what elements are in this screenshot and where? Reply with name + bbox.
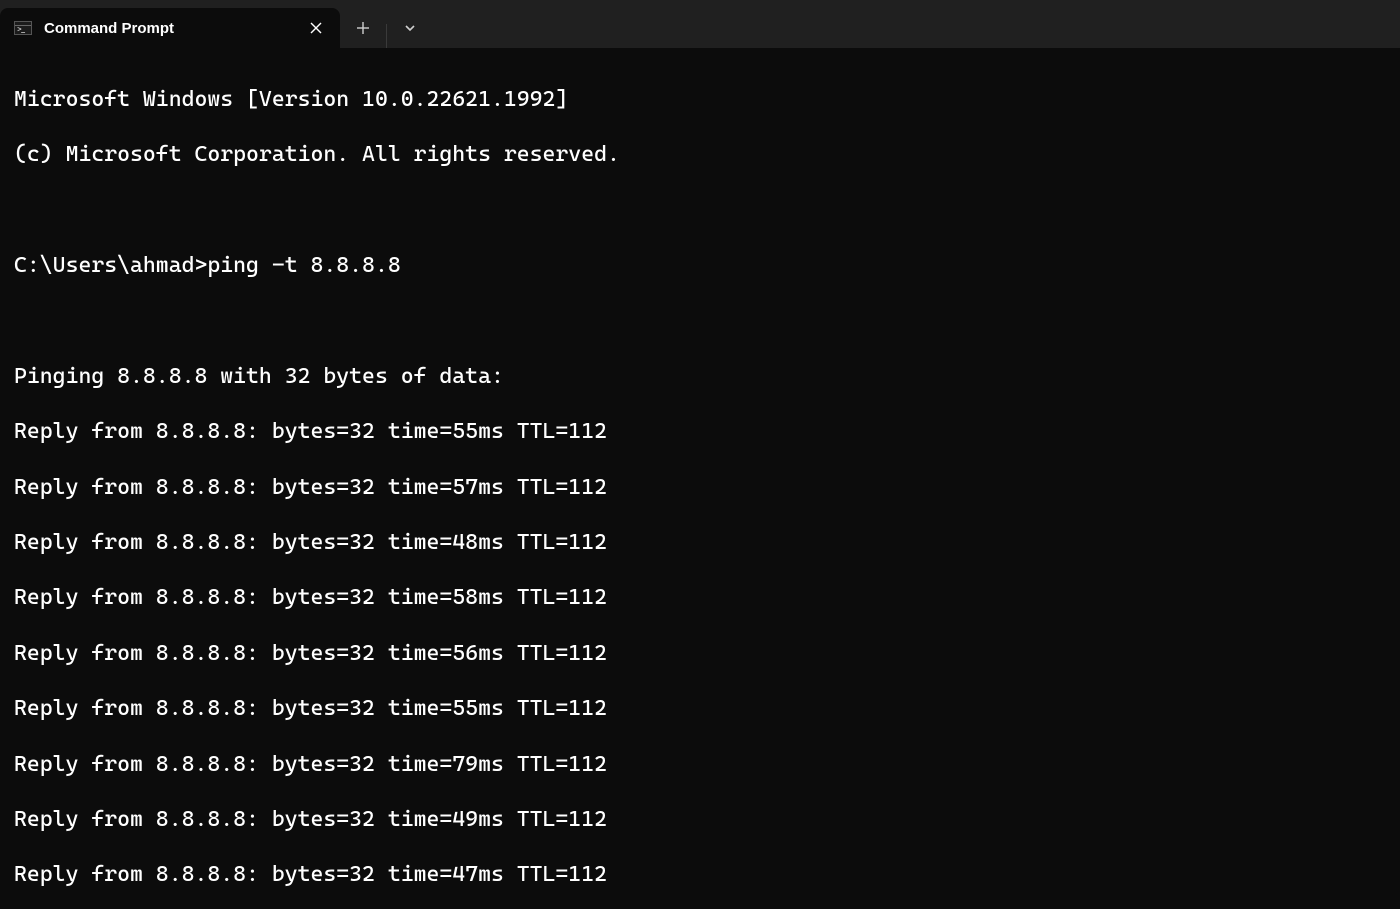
blank-line	[14, 307, 1400, 335]
tab-dropdown-button[interactable]	[387, 8, 433, 48]
ping-reply: Reply from 8.8.8.8: bytes=32 time=55ms T…	[14, 418, 1400, 446]
tab-title: Command Prompt	[44, 20, 302, 37]
ping-reply: Reply from 8.8.8.8: bytes=32 time=56ms T…	[14, 640, 1400, 668]
new-tab-button[interactable]	[340, 8, 386, 48]
blank-line	[14, 197, 1400, 225]
prompt-path: C:\Users\ahmad>	[14, 253, 207, 278]
prompt-command: ping -t 8.8.8.8	[207, 253, 400, 278]
ping-reply: Reply from 8.8.8.8: bytes=32 time=55ms T…	[14, 695, 1400, 723]
terminal-output[interactable]: Microsoft Windows [Version 10.0.22621.19…	[0, 48, 1400, 909]
header-line-1: Microsoft Windows [Version 10.0.22621.19…	[14, 86, 1400, 114]
prompt-line-1: C:\Users\ahmad>ping -t 8.8.8.8	[14, 252, 1400, 280]
ping-reply: Reply from 8.8.8.8: bytes=32 time=47ms T…	[14, 861, 1400, 889]
ping-reply: Reply from 8.8.8.8: bytes=32 time=48ms T…	[14, 529, 1400, 557]
plus-icon	[356, 21, 370, 35]
ping-reply: Reply from 8.8.8.8: bytes=32 time=79ms T…	[14, 751, 1400, 779]
command-prompt-icon	[14, 21, 32, 35]
tab-command-prompt[interactable]: Command Prompt	[0, 8, 340, 48]
ping-reply: Reply from 8.8.8.8: bytes=32 time=49ms T…	[14, 806, 1400, 834]
chevron-down-icon	[403, 21, 417, 35]
title-bar: Command Prompt	[0, 0, 1400, 48]
ping-reply: Reply from 8.8.8.8: bytes=32 time=57ms T…	[14, 474, 1400, 502]
header-line-2: (c) Microsoft Corporation. All rights re…	[14, 141, 1400, 169]
ping-reply: Reply from 8.8.8.8: bytes=32 time=58ms T…	[14, 584, 1400, 612]
ping-header: Pinging 8.8.8.8 with 32 bytes of data:	[14, 363, 1400, 391]
close-icon	[310, 22, 322, 34]
close-tab-button[interactable]	[302, 14, 330, 42]
